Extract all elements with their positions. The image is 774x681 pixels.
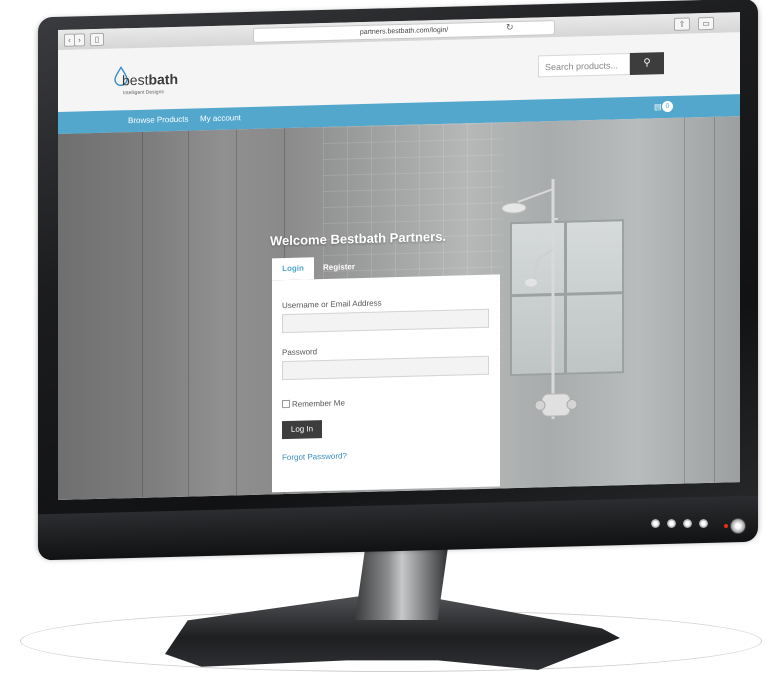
share-icon[interactable]: ⇧ <box>674 17 690 31</box>
wall-panel <box>98 131 143 499</box>
username-label: Username or Email Address <box>282 298 382 311</box>
power-button-icon[interactable] <box>730 518 746 534</box>
cart-button[interactable]: ▤ 0 <box>654 100 676 114</box>
monitor-button-icon[interactable] <box>699 519 708 528</box>
wall-panel <box>684 116 715 484</box>
wall-panel <box>188 129 237 497</box>
hero-background: Welcome Bestbath Partners. Login Registe… <box>58 116 740 500</box>
tab-login[interactable]: Login <box>272 257 314 281</box>
forward-icon[interactable]: › <box>74 33 85 47</box>
login-form: Username or Email Address Password Remem… <box>272 274 500 493</box>
password-label: Password <box>282 347 318 358</box>
monitor-stage: ‹ › ▯ partners.bestbath.com/login/ ↻ ⇧ ▭… <box>0 0 774 681</box>
password-field[interactable] <box>282 355 489 381</box>
wall-panel <box>142 130 189 498</box>
wall-panel <box>654 117 685 485</box>
tab-register[interactable]: Register <box>314 256 364 279</box>
logo-text: bestbath <box>122 70 179 89</box>
sidebar-icon[interactable]: ▯ <box>90 32 104 47</box>
nav-my-account[interactable]: My account <box>200 113 241 123</box>
reload-icon[interactable]: ↻ <box>506 22 514 33</box>
forgot-password-link[interactable]: Forgot Password? <box>282 451 347 462</box>
remember-me-checkbox[interactable] <box>282 399 290 409</box>
monitor-button-icon[interactable] <box>683 519 692 528</box>
monitor-button-icon[interactable] <box>667 519 676 528</box>
login-button[interactable]: Log In <box>282 420 322 440</box>
screen: ‹ › ▯ partners.bestbath.com/login/ ↻ ⇧ ▭… <box>58 12 740 500</box>
nav-browse-products[interactable]: Browse Products <box>128 115 188 126</box>
search-button[interactable]: ⚲ <box>630 52 664 76</box>
cart-count-badge: 0 <box>662 100 673 113</box>
search-icon: ⚲ <box>643 57 651 69</box>
power-led-icon <box>724 524 728 528</box>
remember-me[interactable]: Remember Me <box>282 398 345 409</box>
username-field[interactable] <box>282 308 489 334</box>
tabs-icon[interactable]: ▭ <box>698 16 714 31</box>
logo-tagline: Intelligent Designs <box>123 89 164 97</box>
search-input[interactable]: Search products... <box>538 53 630 78</box>
monitor-neck <box>355 540 449 620</box>
remember-me-label: Remember Me <box>292 398 345 409</box>
shower-fixture-icon <box>501 178 578 420</box>
basket-icon: ▤ <box>654 102 662 112</box>
monitor-button-icon[interactable] <box>651 519 660 528</box>
